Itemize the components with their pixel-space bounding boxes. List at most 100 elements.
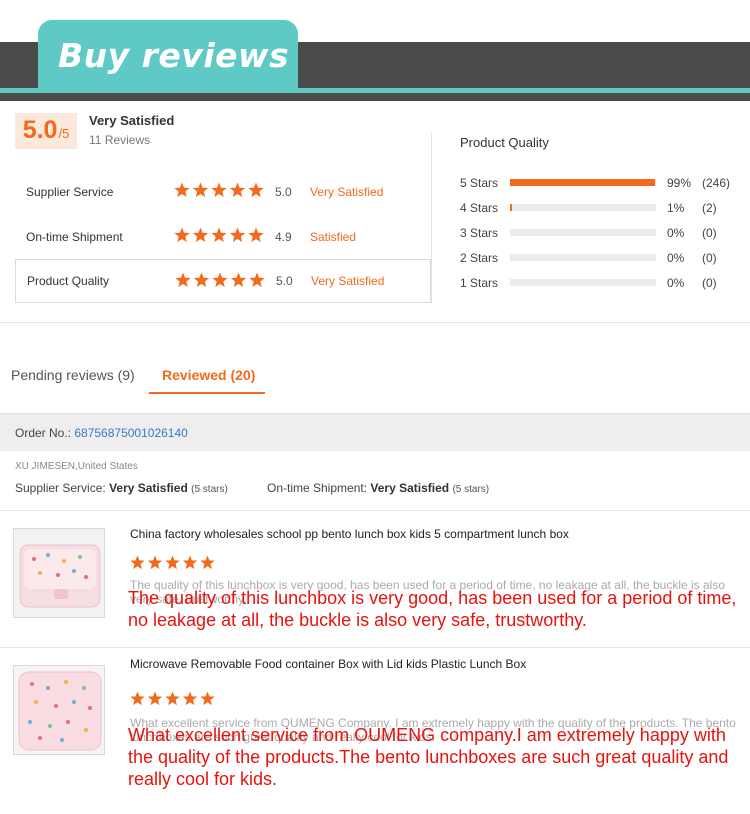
star-icon	[182, 555, 198, 570]
distribution-percent: 0%	[667, 251, 685, 265]
distribution-label: 2 Stars	[460, 251, 499, 265]
metric-supplier-service: Supplier Service 5.0 Very Satisfied	[15, 170, 431, 214]
distribution-percent: 99%	[667, 176, 692, 190]
distribution-track	[510, 279, 656, 286]
buyer-info: XU JIMESEN,United States	[15, 461, 138, 472]
star-icon	[130, 691, 145, 706]
star-icon	[147, 555, 163, 570]
review-text-enlarged: What excellent service from OUMENG compa…	[128, 725, 729, 789]
distribution-percent: 0%	[667, 226, 685, 240]
order-on-time-shipment: On-time Shipment: Very Satisfied (5 star…	[267, 481, 489, 495]
star-icon	[248, 182, 264, 197]
metric-stars	[174, 182, 264, 197]
distribution-count: (0)	[702, 276, 717, 290]
star-icon	[211, 182, 227, 197]
distribution-label: 5 Stars	[460, 176, 499, 190]
order-shipment-value: Very Satisfied	[370, 481, 450, 495]
distribution-row-3: 3 Stars 0% (0)	[460, 226, 745, 242]
distribution-track	[510, 254, 656, 261]
banner-title: Buy reviews	[58, 36, 290, 75]
star-icon	[211, 227, 227, 242]
overall-score-suffix: /5	[58, 126, 70, 141]
distribution-fill	[510, 179, 655, 186]
star-icon	[200, 691, 215, 706]
order-shipment-note: (5 stars)	[452, 484, 490, 495]
review-divider	[0, 647, 750, 648]
star-icon	[165, 691, 180, 706]
product-name[interactable]: China factory wholesales school pp bento…	[130, 527, 569, 541]
order-shipment-label: On-time Shipment:	[267, 481, 368, 495]
order-number-label: Order No.:	[15, 426, 72, 440]
star-icon	[192, 182, 209, 197]
star-icon	[182, 691, 198, 706]
active-tab-indicator	[149, 392, 265, 394]
distribution-label: 1 Stars	[460, 276, 499, 290]
star-icon	[212, 272, 228, 287]
banner-bottom-bar	[0, 93, 750, 101]
star-icon	[229, 182, 246, 197]
metric-label: Supplier Service	[26, 185, 114, 199]
product-quality-title: Product Quality	[460, 135, 549, 150]
metric-label: Product Quality	[27, 274, 110, 288]
review-stars	[130, 555, 215, 570]
star-icon	[192, 227, 209, 242]
order-number-link[interactable]: 68756875001026140	[74, 426, 187, 440]
distribution-count: (0)	[702, 226, 717, 240]
metric-on-time-shipment: On-time Shipment 4.9 Satisfied	[15, 215, 431, 259]
distribution-label: 4 Stars	[460, 201, 499, 215]
metric-rating-text: Satisfied	[310, 230, 357, 244]
metric-score: 5.0	[276, 274, 293, 288]
section-divider	[0, 322, 750, 323]
metric-rating-text: Very Satisfied	[310, 185, 384, 199]
distribution-row-4: 4 Stars 1% (2)	[460, 201, 745, 217]
metric-label: On-time Shipment	[26, 230, 123, 244]
product-thumbnail[interactable]	[13, 665, 105, 755]
order-supplier-label: Supplier Service:	[15, 481, 106, 495]
tab-pending-reviews[interactable]: Pending reviews (9)	[11, 367, 135, 383]
order-header: Order No.: 68756875001026140	[0, 413, 750, 451]
metric-stars	[175, 272, 265, 287]
order-supplier-service: Supplier Service: Very Satisfied (5 star…	[15, 481, 228, 495]
overall-score: 5.0	[22, 116, 58, 144]
order-supplier-note: (5 stars)	[191, 484, 228, 495]
overall-satisfaction: Very Satisfied	[89, 113, 175, 128]
overall-score-badge: 5.0 /5	[15, 113, 77, 149]
metric-stars	[174, 227, 264, 242]
distribution-track	[510, 179, 656, 186]
distribution-row-2: 2 Stars 0% (0)	[460, 251, 745, 267]
distribution-row-1: 1 Stars 0% (0)	[460, 276, 745, 292]
star-icon	[230, 272, 247, 287]
review-stars	[130, 691, 215, 706]
distribution-track	[510, 229, 656, 236]
star-icon	[130, 555, 145, 570]
star-icon	[174, 182, 190, 197]
star-icon	[248, 227, 264, 242]
distribution-count: (2)	[702, 201, 717, 215]
star-icon	[165, 555, 180, 570]
star-icon	[249, 272, 265, 287]
distribution-count: (0)	[702, 251, 717, 265]
distribution-percent: 1%	[667, 201, 685, 215]
distribution-percent: 0%	[667, 276, 685, 290]
order-number-row: Order No.: 68756875001026140	[15, 426, 188, 440]
summary-divider	[431, 133, 432, 303]
star-icon	[174, 227, 190, 242]
lunch-box-image	[14, 666, 104, 754]
lunch-box-image	[14, 529, 104, 617]
metric-score: 5.0	[275, 185, 292, 199]
distribution-row-5: 5 Stars 99% (246)	[460, 176, 745, 192]
distribution-track	[510, 204, 656, 211]
star-icon	[147, 691, 163, 706]
star-icon	[175, 272, 191, 287]
metric-score: 4.9	[275, 230, 292, 244]
star-icon	[193, 272, 210, 287]
review-divider	[0, 510, 750, 511]
product-thumbnail[interactable]	[13, 528, 105, 618]
star-icon	[200, 555, 215, 570]
distribution-label: 3 Stars	[460, 226, 499, 240]
metric-product-quality[interactable]: Product Quality 5.0 Very Satisfied	[15, 259, 431, 303]
review-count: 11 Reviews	[89, 133, 151, 147]
order-supplier-value: Very Satisfied	[109, 481, 188, 495]
tab-reviewed[interactable]: Reviewed (20)	[162, 367, 255, 383]
product-name[interactable]: Microwave Removable Food container Box w…	[130, 657, 526, 671]
